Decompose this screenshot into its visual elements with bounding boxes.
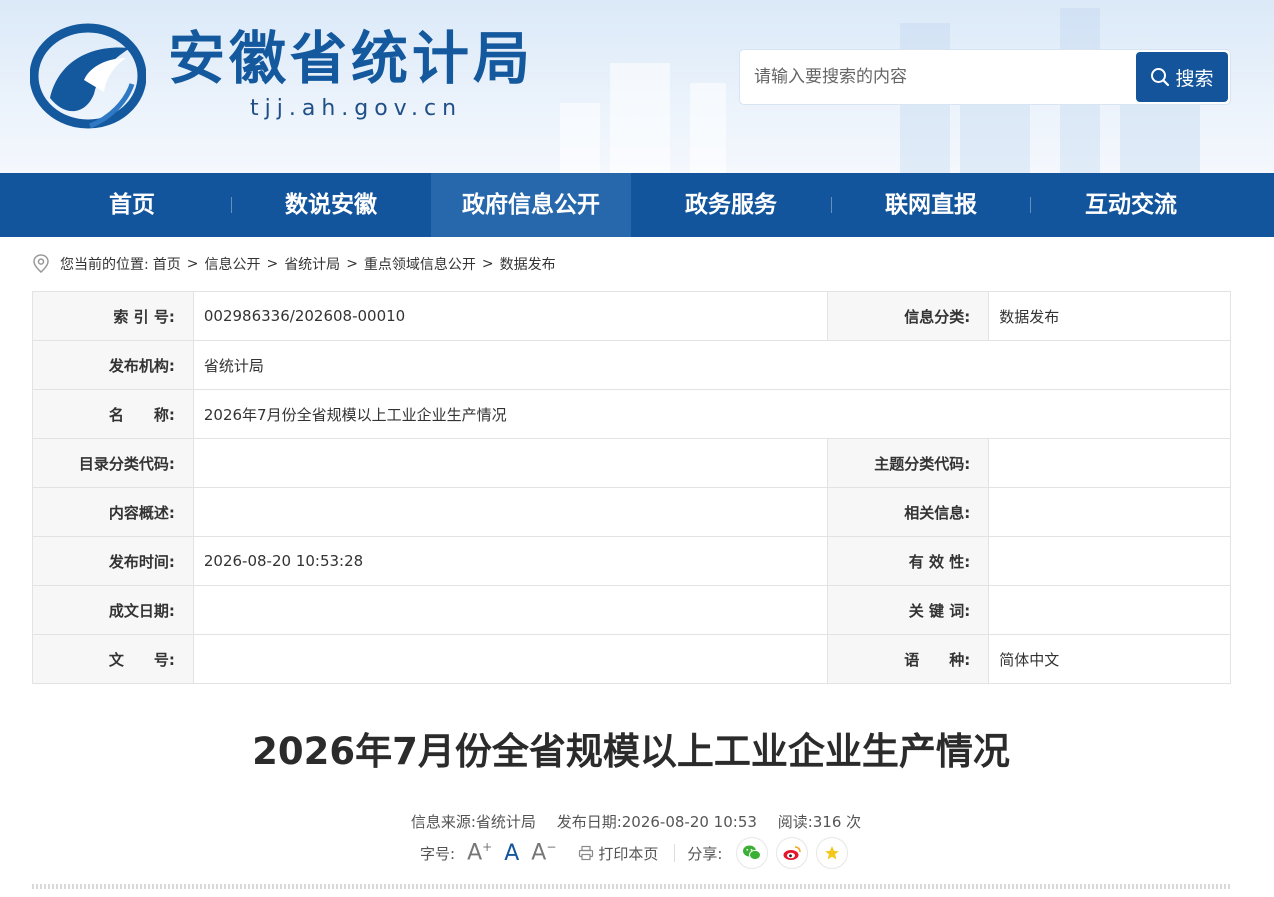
breadcrumb-info-open[interactable]: 信息公开 [204, 254, 260, 274]
table-row: 成文日期: 关 键 词: [32, 585, 1231, 635]
table-row: 文 号: 语 种: 简体中文 [32, 634, 1231, 684]
search-button-label: 搜索 [1175, 67, 1214, 90]
name-value: 2026年7月份全省规模以上工业企业生产情况 [192, 389, 1232, 439]
wechat-icon [743, 845, 762, 861]
search-box: 搜索 [740, 50, 1230, 104]
tools-divider [674, 844, 676, 862]
publish-time-value: 2026-08-20 10:53:28 [192, 536, 829, 586]
skyline-decoration [690, 83, 726, 173]
site-title[interactable]: 安徽省统计局 [168, 24, 534, 94]
article-tools: 字号: A+ A A− 打印本页 分享: [420, 837, 849, 869]
language-value: 简体中文 [988, 634, 1231, 684]
validity-label: 有 效 性: [827, 536, 990, 586]
nav-item-data-anhui[interactable]: 数说安徽 [231, 173, 431, 237]
font-default-icon[interactable]: A [504, 841, 519, 866]
validity-value [988, 536, 1231, 586]
logo-icon[interactable] [30, 22, 146, 132]
weibo-icon [783, 846, 802, 860]
skyline-decoration [610, 63, 670, 173]
breadcrumb: 您当前的位置: 首页 > 信息公开 > 省统计局 > 重点领域信息公开 > 数据… [32, 252, 556, 276]
main-nav: 首页 数说安徽 政府信息公开 政务服务 联网直报 互动交流 [0, 173, 1274, 237]
share-favorite-button[interactable] [816, 837, 849, 869]
breadcrumb-separator: > [186, 256, 199, 272]
doc-no-value [192, 634, 829, 684]
topic-code-value [988, 438, 1231, 488]
category-label: 信息分类: [827, 291, 990, 341]
site-header: 安徽省统计局 tjj.ah.gov.cn 搜索 [0, 0, 1274, 173]
index-no-value: 002986336/202608-00010 [192, 291, 829, 341]
index-no-label: 索 引 号: [32, 291, 194, 341]
article-title: 2026年7月份全省规模以上工业企业生产情况 [252, 730, 1010, 773]
breadcrumb-separator: > [481, 256, 494, 272]
document-info-table: 索 引 号: 002986336/202608-00010 信息分类: 数据发布… [32, 291, 1232, 684]
keywords-label: 关 键 词: [827, 585, 990, 635]
table-row: 索 引 号: 002986336/202608-00010 信息分类: 数据发布 [32, 291, 1231, 341]
breadcrumb-bureau[interactable]: 省统计局 [284, 254, 340, 274]
nav-item-direct-report[interactable]: 联网直报 [831, 173, 1031, 237]
written-date-label: 成文日期: [32, 585, 194, 635]
search-input[interactable] [740, 50, 1136, 104]
keywords-value [988, 585, 1231, 635]
catalog-code-value [192, 438, 829, 488]
summary-value [192, 487, 829, 537]
breadcrumb-key-areas[interactable]: 重点领域信息公开 [364, 254, 476, 274]
nav-item-gov-service[interactable]: 政务服务 [631, 173, 831, 237]
doc-no-label: 文 号: [32, 634, 194, 684]
breadcrumb-separator: > [266, 256, 279, 272]
nav-item-home[interactable]: 首页 [32, 173, 232, 237]
table-row: 发布时间: 2026-08-20 10:53:28 有 效 性: [32, 536, 1231, 586]
site-domain: tjj.ah.gov.cn [250, 96, 463, 121]
category-value: 数据发布 [988, 291, 1231, 341]
print-label: 打印本页 [598, 844, 659, 863]
nav-item-interaction[interactable]: 互动交流 [1031, 173, 1231, 237]
table-row: 名 称: 2026年7月份全省规模以上工业企业生产情况 [32, 389, 1232, 439]
share-wechat-button[interactable] [736, 837, 769, 869]
font-decrease-icon[interactable]: A− [531, 840, 556, 865]
breadcrumb-prefix: 您当前的位置: [60, 257, 149, 273]
table-row: 发布机构: 省统计局 [32, 340, 1232, 390]
breadcrumb-separator: > [346, 256, 358, 272]
language-label: 语 种: [827, 634, 990, 684]
search-icon [1151, 68, 1170, 87]
name-label: 名 称: [32, 389, 194, 439]
search-button[interactable]: 搜索 [1136, 52, 1228, 102]
publish-time-label: 发布时间: [32, 536, 194, 586]
nav-item-gov-info[interactable]: 政府信息公开 [431, 173, 631, 237]
related-info-label: 相关信息: [827, 487, 990, 537]
breadcrumb-home[interactable]: 首页 [153, 254, 181, 274]
print-button[interactable]: 打印本页 [578, 843, 658, 864]
share-weibo-button[interactable] [776, 837, 809, 869]
written-date-value [192, 585, 829, 635]
article-views: 阅读:316 次 [777, 813, 862, 831]
font-size-label: 字号: [420, 844, 456, 863]
printer-icon [579, 845, 594, 861]
article-source: 信息来源:省统计局 [410, 813, 536, 831]
table-row: 目录分类代码: 主题分类代码: [32, 438, 1231, 488]
skyline-decoration [560, 103, 600, 173]
publisher-value: 省统计局 [192, 340, 1232, 390]
star-icon [825, 846, 840, 860]
publisher-label: 发布机构: [32, 340, 194, 390]
section-divider [32, 884, 1231, 889]
font-increase-icon[interactable]: A+ [467, 840, 492, 865]
article-meta: 信息来源:省统计局 发布日期:2026-08-20 10:53 阅读:316 次 [0, 810, 1272, 834]
topic-code-label: 主题分类代码: [827, 438, 990, 488]
share-label: 分享: [687, 844, 723, 863]
breadcrumb-data-release[interactable]: 数据发布 [500, 254, 556, 274]
location-pin-icon [33, 254, 49, 273]
catalog-code-label: 目录分类代码: [32, 438, 194, 488]
related-info-value [988, 487, 1231, 537]
article-date: 发布日期:2026-08-20 10:53 [556, 813, 757, 831]
summary-label: 内容概述: [32, 487, 194, 537]
table-row: 内容概述: 相关信息: [32, 487, 1231, 537]
